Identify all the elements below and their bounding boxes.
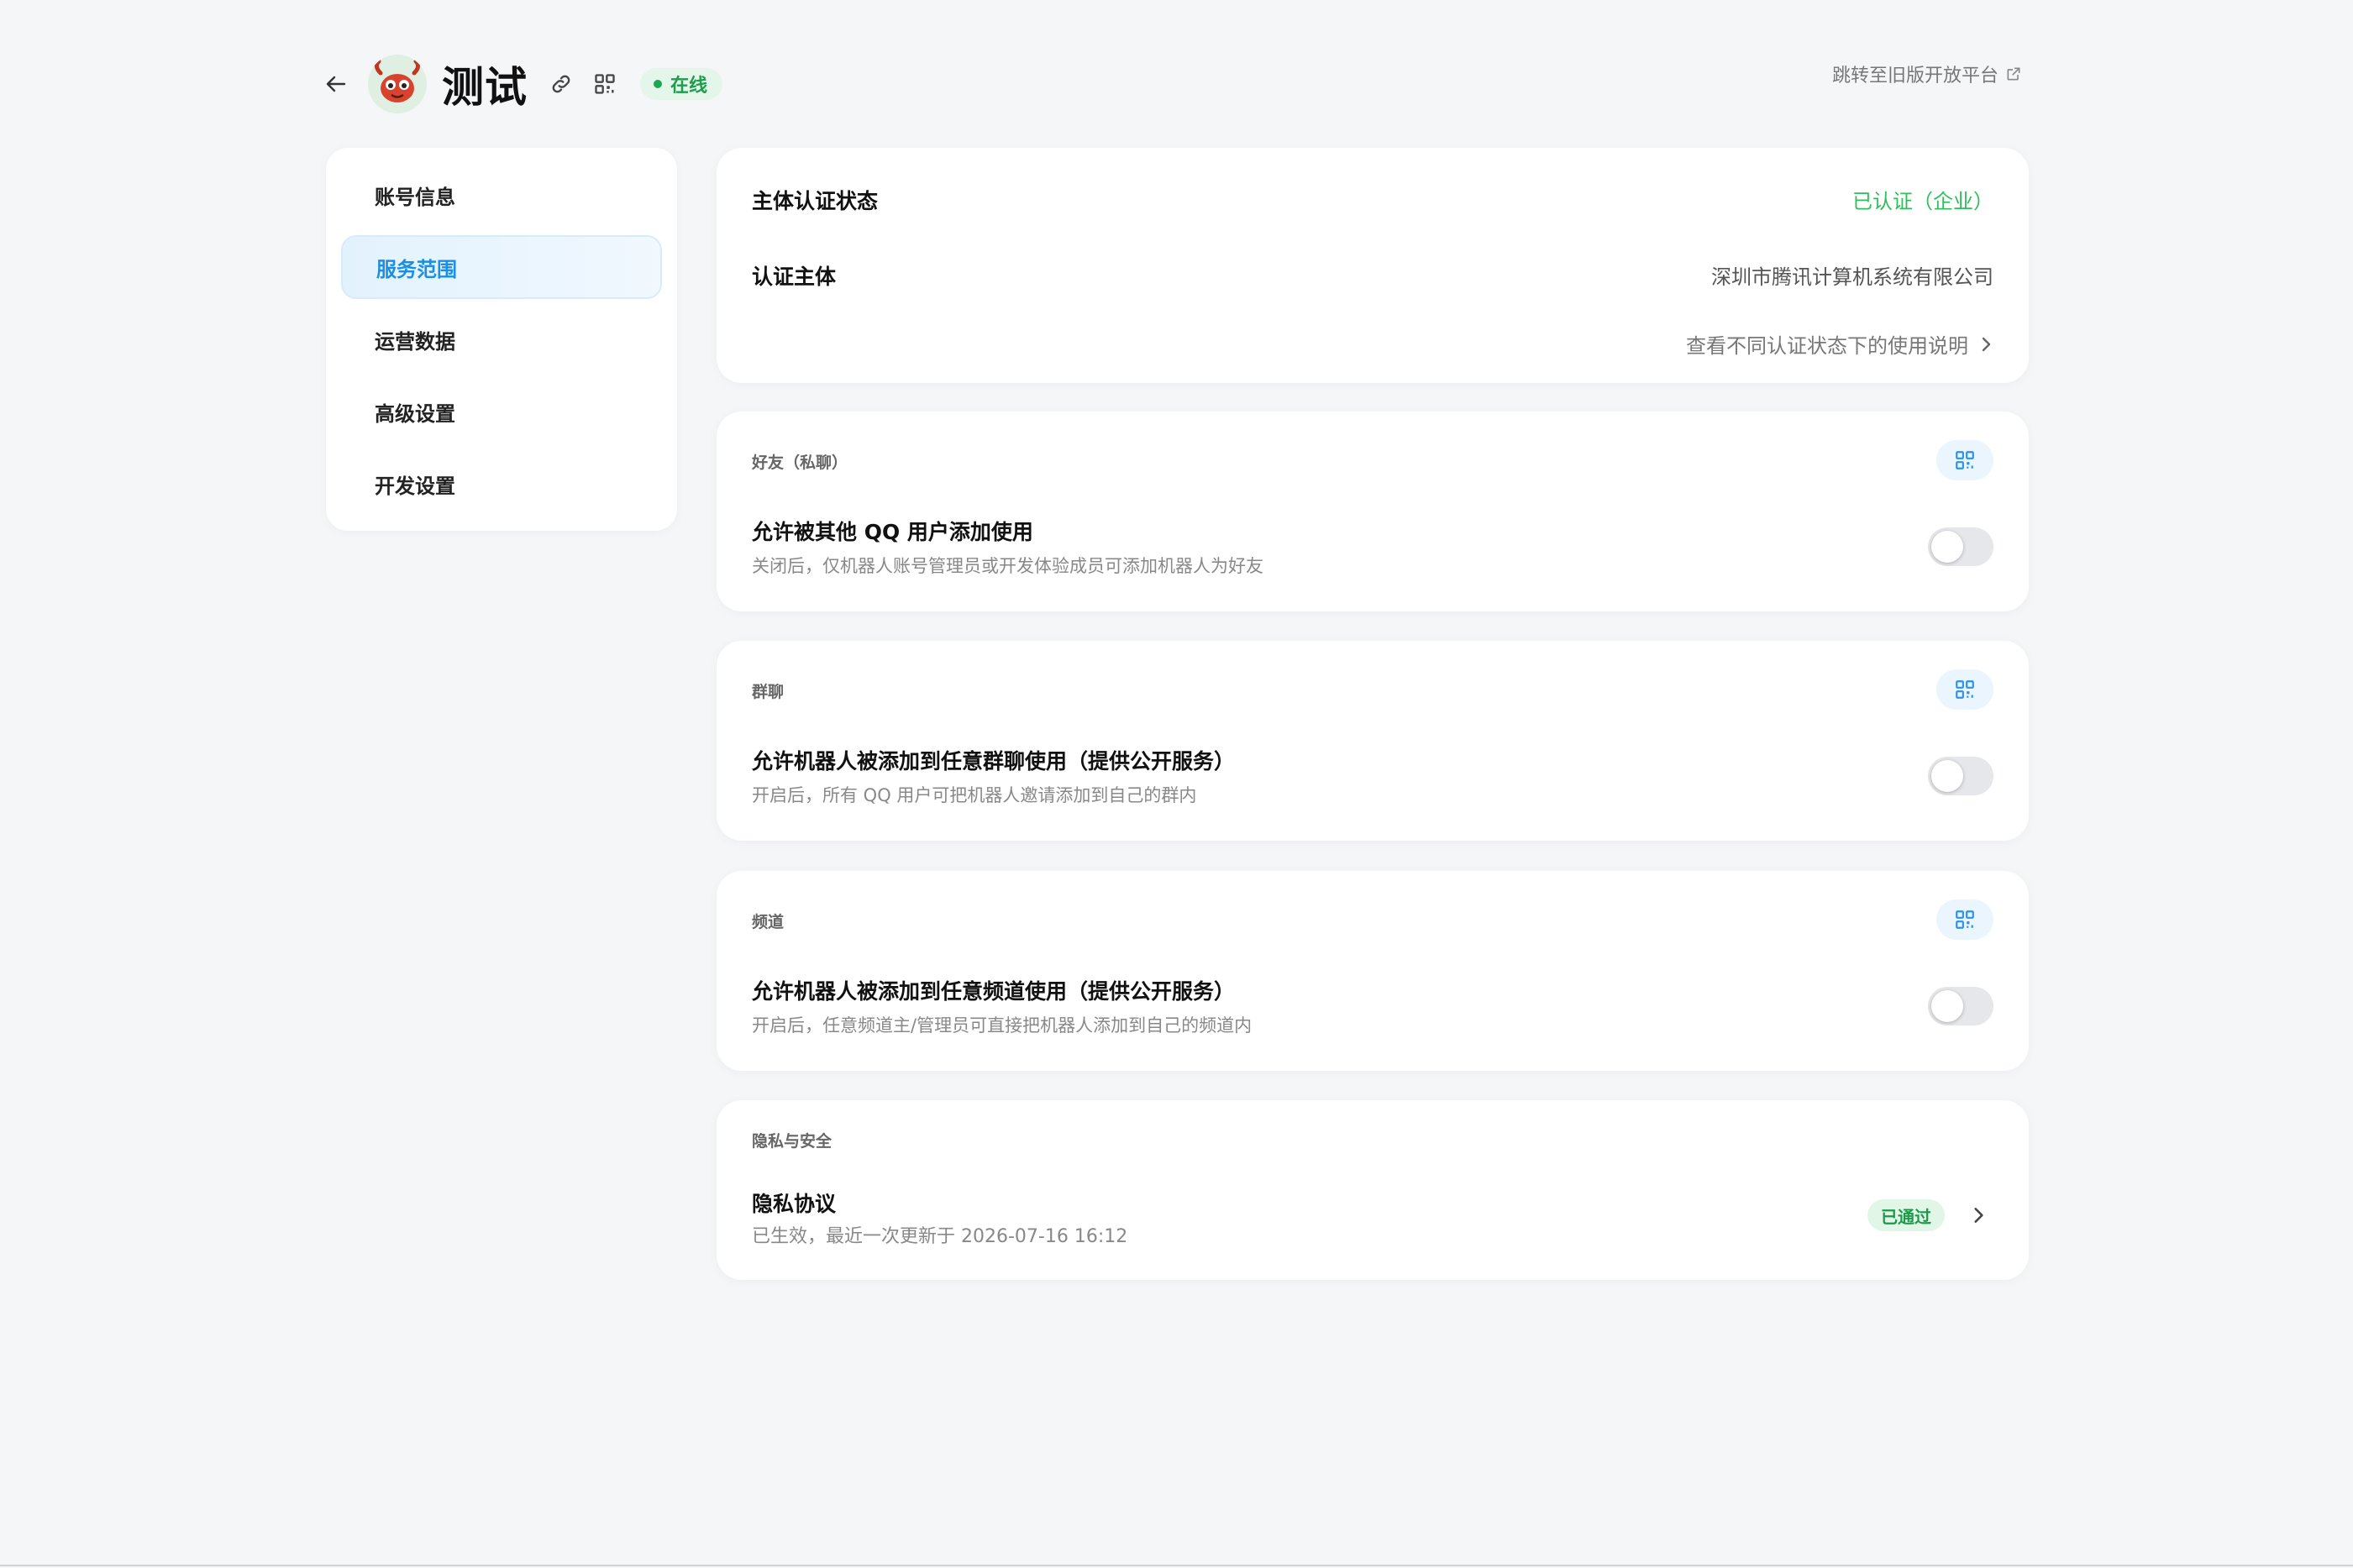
sidebar-item-account-info[interactable]: 账号信息 — [341, 163, 662, 227]
link-icon — [552, 75, 570, 93]
auth-status-label: 主体认证状态 — [752, 189, 879, 213]
copy-link-button[interactable] — [544, 67, 578, 101]
qrcode-icon — [1956, 910, 1974, 929]
back-arrow-icon — [326, 76, 346, 92]
group-toggle[interactable] — [1928, 757, 1993, 795]
avatar — [368, 55, 427, 113]
channel-qrcode-button[interactable] — [1936, 899, 1993, 940]
page-header: 测试 在线 — [319, 52, 723, 116]
sidebar-item-advanced-settings[interactable]: 高级设置 — [341, 380, 662, 443]
online-dot-icon — [654, 80, 662, 88]
auth-help-link[interactable]: 查看不同认证状态下的使用说明 — [1686, 329, 1993, 359]
group-section-title: 群聊 — [752, 683, 785, 701]
page-bottom-divider — [0, 1565, 2353, 1566]
auth-status-value: 已认证（企业） — [1852, 190, 1993, 213]
toggle-knob — [1931, 531, 1963, 563]
channel-option-title: 允许机器人被添加到任意频道使用（提供公开服务） — [752, 979, 1236, 1004]
avatar-crab-icon — [368, 55, 427, 113]
chevron-right-icon — [1982, 337, 1991, 351]
friend-option-desc: 关闭后，仅机器人账号管理员或开发体验成员可添加机器人为好友 — [752, 556, 1263, 576]
sidebar-item-service-scope[interactable]: 服务范围 — [341, 235, 662, 299]
external-link-icon — [2007, 67, 2020, 81]
friend-section-title: 好友（私聊） — [752, 454, 848, 472]
sidebar-item-dev-settings[interactable]: 开发设置 — [341, 452, 662, 516]
auth-help-link-label: 查看不同认证状态下的使用说明 — [1686, 334, 1968, 358]
friend-toggle[interactable] — [1928, 527, 1993, 566]
channel-card: 频道 允许机器人被添加到任意频道使用（提供公开服务） 开启后，任意频道主/管理员… — [717, 871, 2029, 1071]
qrcode-icon — [595, 74, 615, 94]
qrcode-icon — [1956, 451, 1974, 469]
sidebar: 账号信息 服务范围 运营数据 高级设置 开发设置 — [326, 148, 677, 531]
channel-section-title: 频道 — [752, 913, 785, 931]
friend-card: 好友（私聊） 允许被其他 QQ 用户添加使用 关闭后，仅机器人账号管理员或开发体… — [717, 412, 2029, 611]
friend-option-title: 允许被其他 QQ 用户添加使用 — [752, 520, 1033, 544]
channel-toggle[interactable] — [1928, 987, 1993, 1025]
privacy-detail-button[interactable] — [1962, 1199, 1995, 1231]
qrcode-icon — [1956, 680, 1974, 699]
auth-subject-label: 认证主体 — [752, 265, 837, 289]
auth-card: 主体认证状态 已认证（企业） 认证主体 深圳市腾讯计算机系统有限公司 查看不同认… — [717, 148, 2029, 383]
qrcode-button[interactable] — [588, 67, 622, 101]
group-option-desc: 开启后，所有 QQ 用户可把机器人邀请添加到自己的群内 — [752, 785, 1197, 805]
group-card: 群聊 允许机器人被添加到任意群聊使用（提供公开服务） 开启后，所有 QQ 用户可… — [717, 641, 2029, 841]
group-qrcode-button[interactable] — [1936, 669, 1993, 710]
back-button[interactable] — [319, 67, 353, 101]
auth-subject-value: 深圳市腾讯计算机系统有限公司 — [1711, 265, 1993, 289]
sidebar-item-operation-data[interactable]: 运营数据 — [341, 307, 662, 371]
legacy-platform-link[interactable]: 跳转至旧版开放平台 — [1832, 60, 2022, 87]
status-text: 在线 — [670, 76, 708, 97]
friend-qrcode-button[interactable] — [1936, 440, 1993, 480]
privacy-section-title: 隐私与安全 — [752, 1132, 832, 1151]
channel-option-desc: 开启后，任意频道主/管理员可直接把机器人添加到自己的频道内 — [752, 1015, 1253, 1036]
privacy-title: 隐私协议 — [752, 1192, 837, 1216]
bot-name: 测试 — [442, 63, 528, 112]
group-option-title: 允许机器人被添加到任意群聊使用（提供公开服务） — [752, 749, 1236, 774]
toggle-knob — [1931, 760, 1963, 792]
privacy-desc: 已生效，最近一次更新于 2026-07-16 16:12 — [752, 1226, 1128, 1247]
legacy-link-label: 跳转至旧版开放平台 — [1831, 66, 1998, 87]
chevron-right-icon — [1974, 1208, 1983, 1223]
status-badge: 在线 — [640, 68, 723, 100]
privacy-card: 隐私与安全 隐私协议 已生效，最近一次更新于 2026-07-16 16:12 … — [717, 1100, 2029, 1280]
privacy-status-badge: 已通过 — [1867, 1199, 1945, 1231]
toggle-knob — [1931, 990, 1963, 1022]
